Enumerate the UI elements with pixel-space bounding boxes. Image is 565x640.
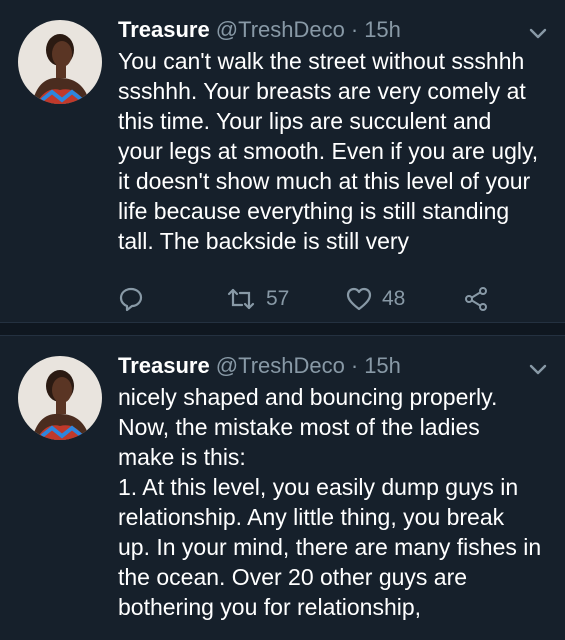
tweet-actions: 57 48: [118, 284, 553, 314]
like-icon: [346, 287, 372, 311]
tweet-content: Treasure @TreshDeco · 15h nicely shaped …: [118, 350, 553, 640]
avatar-image: [18, 20, 102, 104]
chevron-down-icon[interactable]: [527, 22, 549, 44]
avatar[interactable]: [18, 356, 102, 440]
user-handle[interactable]: @TreshDeco: [216, 17, 345, 43]
retweet-count: 57: [266, 287, 290, 310]
timestamp[interactable]: 15h: [364, 17, 401, 43]
share-button[interactable]: [464, 286, 490, 312]
tweet[interactable]: Treasure @TreshDeco · 15h nicely shaped …: [0, 336, 565, 640]
share-icon: [465, 287, 487, 311]
reply-button[interactable]: [118, 286, 226, 312]
tweet-feed: Treasure @TreshDeco · 15h You can't walk…: [0, 0, 565, 640]
tweet-text: You can't walk the street without ssshhh…: [118, 48, 539, 254]
display-name[interactable]: Treasure: [118, 17, 210, 43]
avatar-image: [18, 356, 102, 440]
display-name[interactable]: Treasure: [118, 353, 210, 379]
user-handle[interactable]: @TreshDeco: [216, 353, 345, 379]
reply-icon: [119, 287, 143, 312]
like-count: 48: [382, 287, 406, 310]
tweet-header: Treasure @TreshDeco · 15h: [118, 14, 553, 46]
timestamp[interactable]: 15h: [364, 353, 401, 379]
separator-dot: ·: [350, 17, 359, 42]
avatar[interactable]: [18, 20, 102, 104]
tweet-content: Treasure @TreshDeco · 15h You can't walk…: [118, 14, 553, 322]
tweet-divider: [0, 322, 565, 336]
retweet-icon: [227, 288, 255, 310]
tweet-header: Treasure @TreshDeco · 15h: [118, 350, 553, 382]
separator-dot: ·: [350, 353, 359, 378]
tweet-text: nicely shaped and bouncing properly. Now…: [118, 384, 542, 620]
chevron-down-icon[interactable]: [527, 358, 549, 380]
retweet-button[interactable]: 57: [226, 286, 346, 312]
like-button[interactable]: 48: [346, 286, 464, 312]
tweet[interactable]: Treasure @TreshDeco · 15h You can't walk…: [0, 0, 565, 322]
